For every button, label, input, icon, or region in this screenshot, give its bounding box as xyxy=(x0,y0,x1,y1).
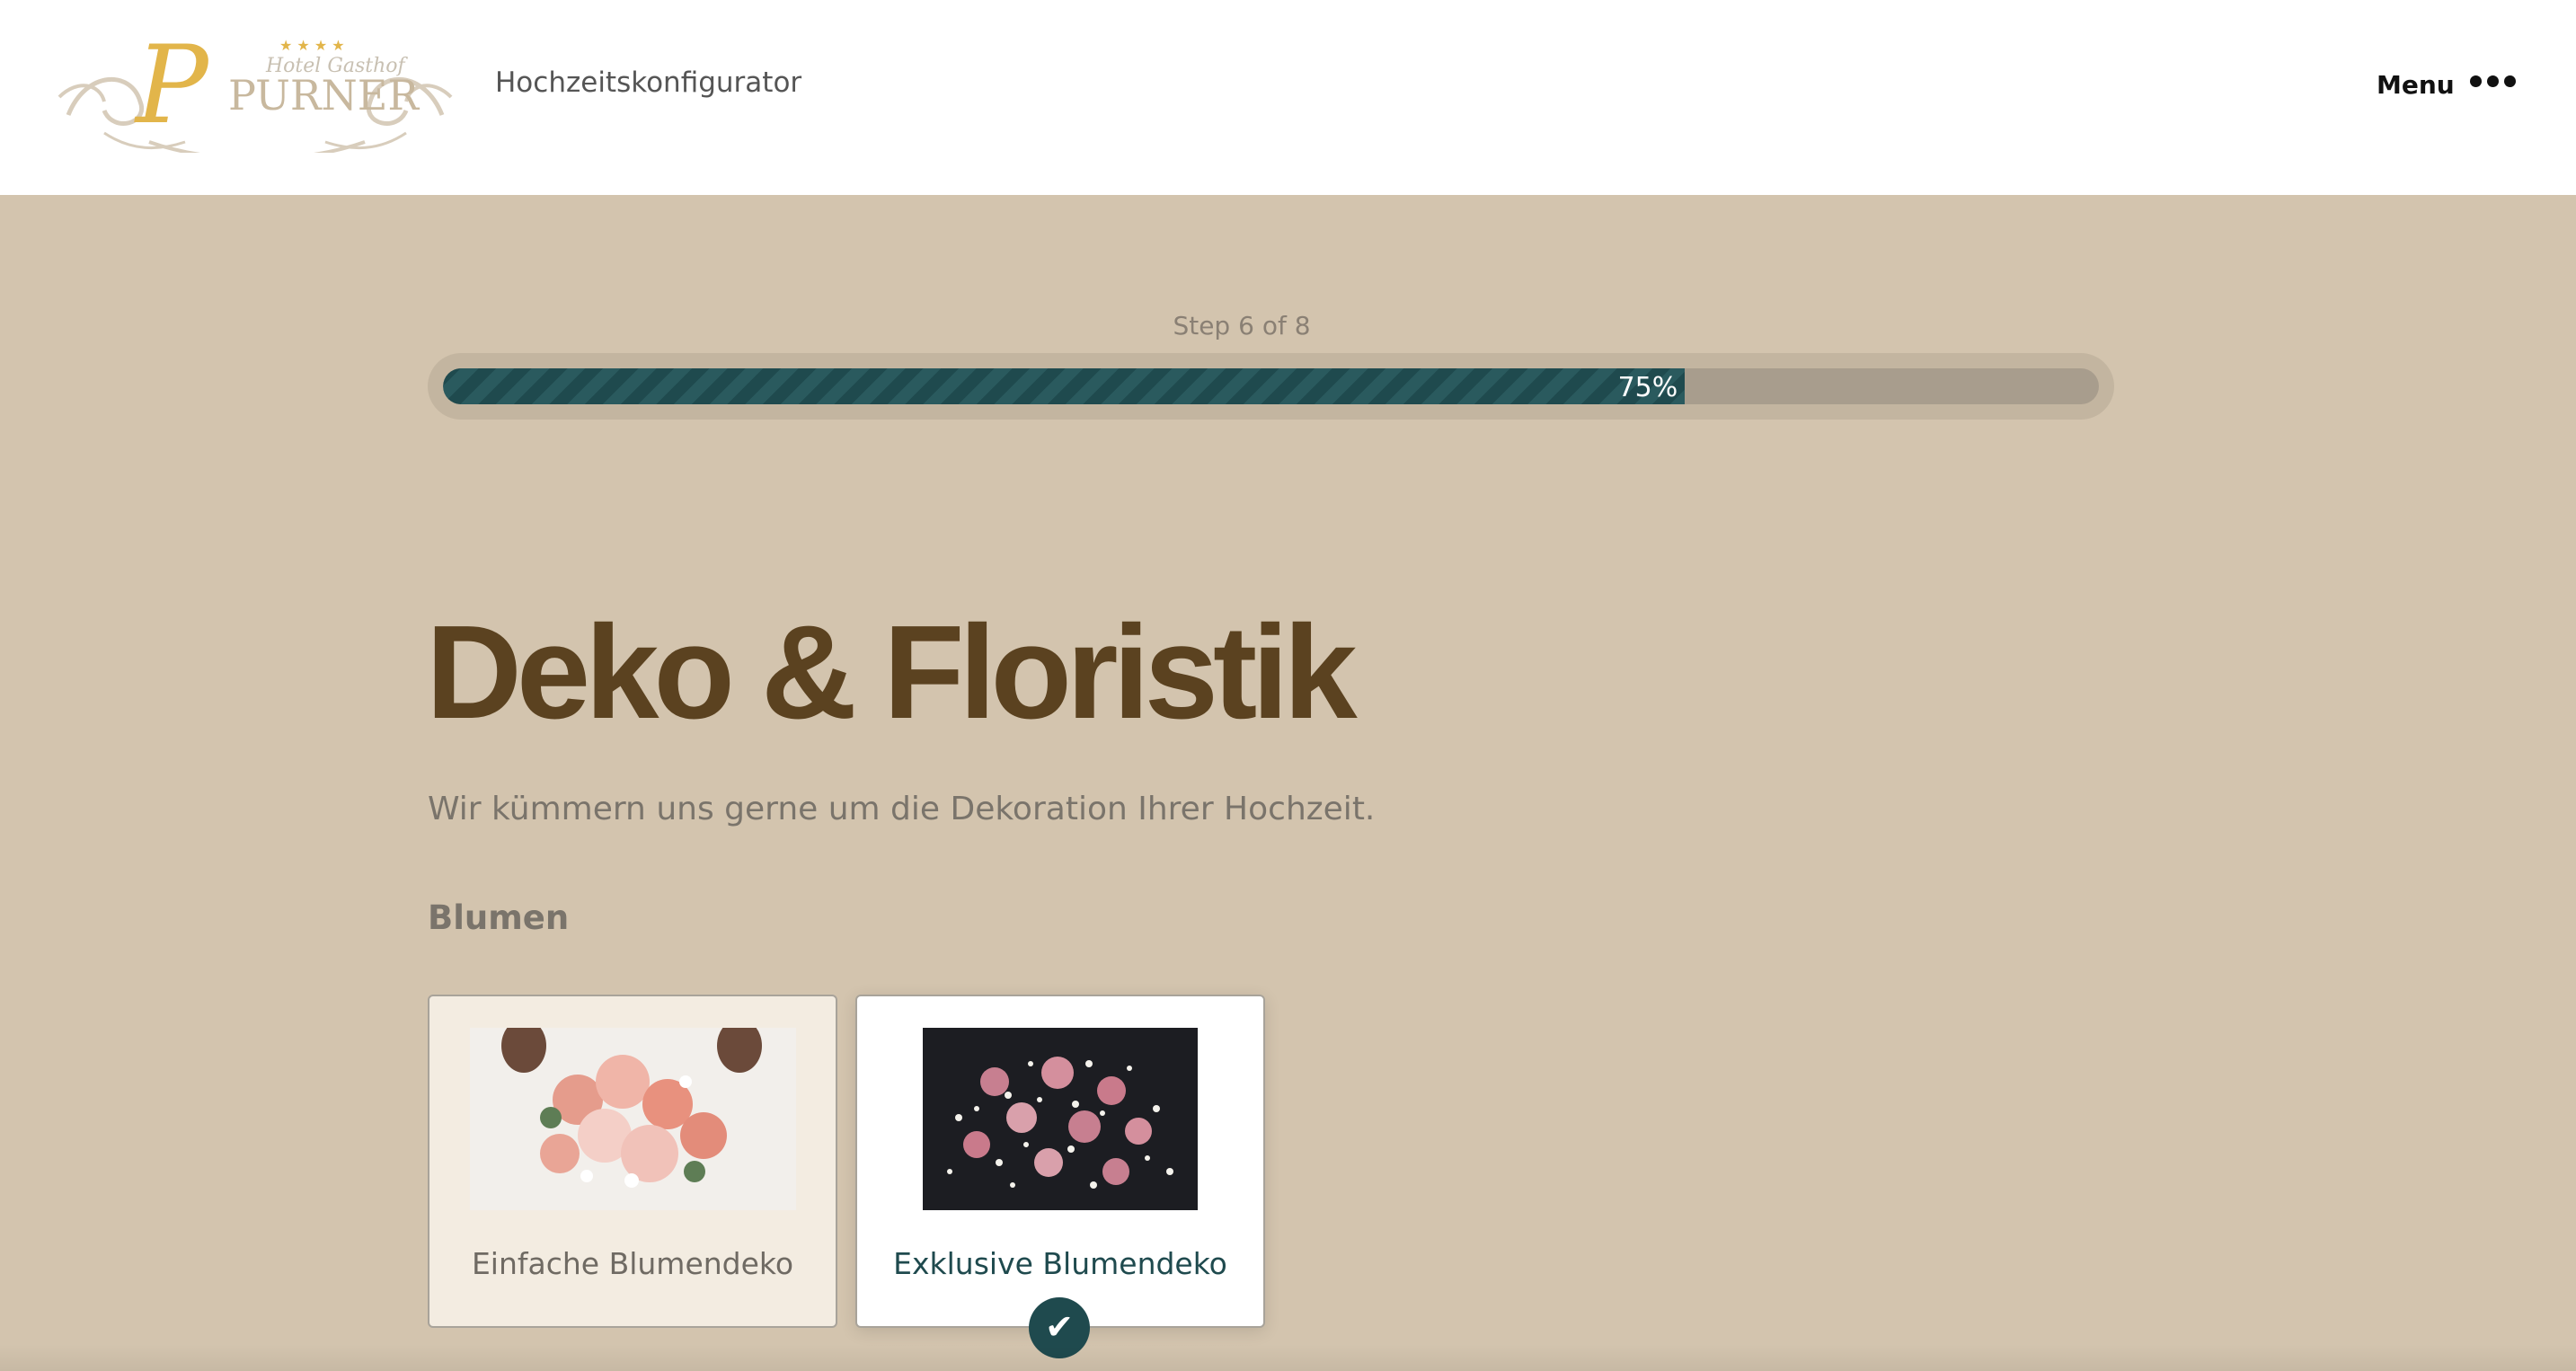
bottom-shadow xyxy=(0,1344,2576,1371)
dot xyxy=(2470,75,2482,87)
dot xyxy=(2487,75,2499,87)
site-header: ★ ★ ★ ★ P Hotel Gasthof PURNER Hochzeits… xyxy=(0,0,2576,195)
option-card-exclusive-flowers[interactable]: Exklusive Blumendeko xyxy=(855,995,1265,1328)
section-label-flowers: Blumen xyxy=(428,898,570,937)
svg-text:PURNER: PURNER xyxy=(228,71,420,119)
svg-text:P: P xyxy=(134,23,210,148)
logo-graphic: ★ ★ ★ ★ P Hotel Gasthof PURNER xyxy=(58,23,453,153)
bouquet-illustration xyxy=(470,1028,796,1210)
progress-track: 75% xyxy=(443,368,2099,404)
page-subtitle: Wir kümmern uns gerne um die Dekoration … xyxy=(428,791,1376,827)
option-label: Exklusive Blumendeko xyxy=(893,1246,1227,1281)
option-label: Einfache Blumendeko xyxy=(471,1246,794,1281)
site-title-link[interactable]: Hochzeitskonfigurator xyxy=(495,66,801,99)
option-card-simple-flowers[interactable]: Einfache Blumendeko xyxy=(428,995,837,1328)
progress-fill: 75% xyxy=(443,368,1686,404)
progress-percent: 75% xyxy=(1617,372,1678,403)
page-title: Deko & Floristik xyxy=(426,598,1358,747)
dot xyxy=(2504,75,2516,87)
menu-button-label[interactable]: Menu xyxy=(2377,70,2455,100)
bridal-bouquet-photo xyxy=(470,1028,796,1210)
roses-illustration xyxy=(923,1028,1198,1210)
step-indicator: Step 6 of 8 xyxy=(1173,311,1311,341)
roses-gypsophila-photo xyxy=(923,1028,1198,1210)
logo[interactable]: ★ ★ ★ ★ P Hotel Gasthof PURNER xyxy=(50,16,460,153)
more-dots-icon[interactable] xyxy=(2470,75,2516,87)
svg-text:★ ★ ★ ★: ★ ★ ★ ★ xyxy=(279,37,345,54)
progress-bar: 75% xyxy=(428,353,2114,420)
